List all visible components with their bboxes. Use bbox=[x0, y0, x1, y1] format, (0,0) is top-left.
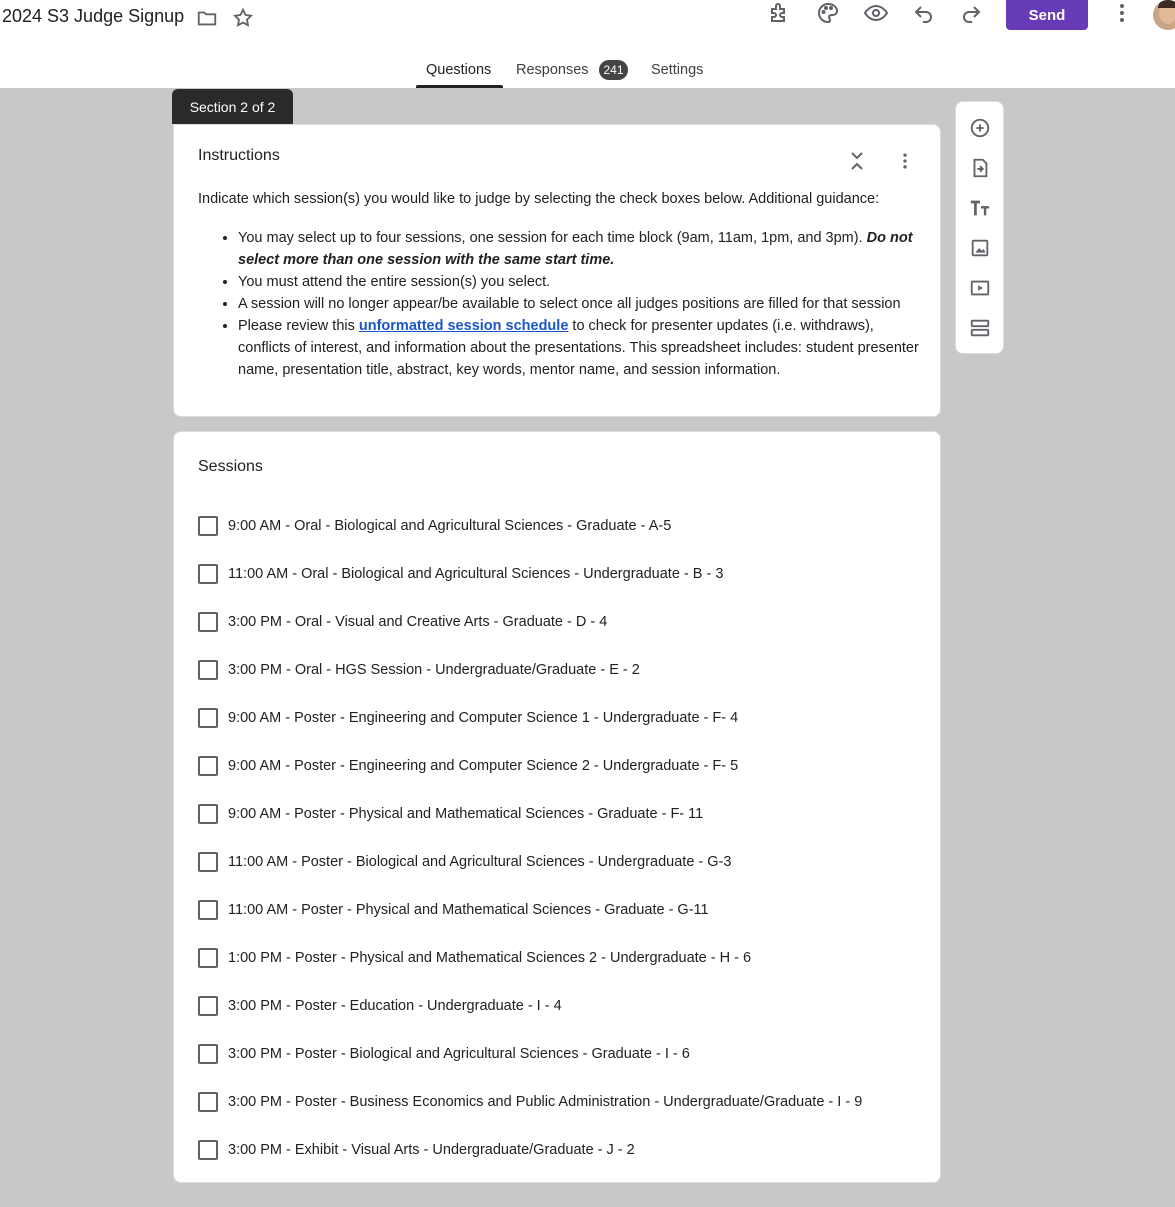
session-option[interactable]: 3:00 PM - Poster - Education - Undergrad… bbox=[198, 982, 862, 1030]
top-bar: 2024 S3 Judge Signup Send Questions Resp… bbox=[0, 0, 1175, 88]
instructions-bullet: You must attend the entire session(s) yo… bbox=[238, 271, 922, 293]
checkbox[interactable] bbox=[198, 804, 218, 824]
checkbox[interactable] bbox=[198, 1044, 218, 1064]
checkbox[interactable] bbox=[198, 660, 218, 680]
option-label: 3:00 PM - Exhibit - Visual Arts - Underg… bbox=[228, 1142, 635, 1158]
session-option[interactable]: 9:00 AM - Poster - Engineering and Compu… bbox=[198, 694, 862, 742]
option-label: 3:00 PM - Oral - HGS Session - Undergrad… bbox=[228, 662, 640, 678]
card-more-vert-icon[interactable] bbox=[893, 149, 917, 173]
instructions-bullet: Please review this unformatted session s… bbox=[238, 315, 922, 381]
add-question-icon[interactable] bbox=[967, 115, 993, 141]
option-label: 3:00 PM - Oral - Visual and Creative Art… bbox=[228, 614, 608, 630]
checkbox[interactable] bbox=[198, 708, 218, 728]
option-label: 11:00 AM - Oral - Biological and Agricul… bbox=[228, 566, 724, 582]
collapse-icon[interactable] bbox=[845, 149, 869, 173]
tab-settings[interactable]: Settings bbox=[651, 62, 703, 78]
sessions-options: 9:00 AM - Oral - Biological and Agricult… bbox=[198, 502, 862, 1174]
option-label: 9:00 AM - Oral - Biological and Agricult… bbox=[228, 518, 672, 534]
session-option[interactable]: 3:00 PM - Exhibit - Visual Arts - Underg… bbox=[198, 1126, 862, 1174]
instructions-bullet: You may select up to four sessions, one … bbox=[238, 227, 922, 271]
instructions-intro: Indicate which session(s) you would like… bbox=[198, 191, 880, 207]
checkbox[interactable] bbox=[198, 900, 218, 920]
session-option[interactable]: 11:00 AM - Poster - Biological and Agric… bbox=[198, 838, 862, 886]
session-option[interactable]: 3:00 PM - Oral - Visual and Creative Art… bbox=[198, 598, 862, 646]
checkbox[interactable] bbox=[198, 1092, 218, 1112]
schedule-link[interactable]: unformatted session schedule bbox=[359, 318, 569, 334]
option-label: 9:00 AM - Poster - Physical and Mathemat… bbox=[228, 806, 704, 822]
more-vert-icon[interactable] bbox=[1108, 0, 1136, 26]
redo-icon[interactable] bbox=[957, 0, 985, 26]
section-label: Section 2 of 2 bbox=[172, 89, 293, 124]
session-option[interactable]: 1:00 PM - Poster - Physical and Mathemat… bbox=[198, 934, 862, 982]
send-button[interactable]: Send bbox=[1006, 0, 1088, 30]
checkbox[interactable] bbox=[198, 756, 218, 776]
sessions-title[interactable]: Sessions bbox=[198, 458, 263, 476]
session-option[interactable]: 3:00 PM - Oral - HGS Session - Undergrad… bbox=[198, 646, 862, 694]
form-tabs: Questions Responses Settings bbox=[0, 52, 1175, 88]
instructions-list: You may select up to four sessions, one … bbox=[238, 227, 922, 381]
option-label: 3:00 PM - Poster - Biological and Agricu… bbox=[228, 1046, 690, 1062]
checkbox[interactable] bbox=[198, 996, 218, 1016]
checkbox[interactable] bbox=[198, 948, 218, 968]
checkbox[interactable] bbox=[198, 1140, 218, 1160]
option-label: 3:00 PM - Poster - Education - Undergrad… bbox=[228, 998, 562, 1014]
tab-questions[interactable]: Questions bbox=[426, 62, 491, 78]
option-label: 3:00 PM - Poster - Business Economics an… bbox=[228, 1094, 863, 1110]
star-icon[interactable] bbox=[231, 6, 255, 30]
checkbox[interactable] bbox=[198, 564, 218, 584]
add-image-icon[interactable] bbox=[967, 235, 993, 261]
import-questions-icon[interactable] bbox=[967, 155, 993, 181]
tab-responses[interactable]: Responses bbox=[516, 62, 589, 78]
palette-icon[interactable] bbox=[814, 0, 842, 26]
avatar[interactable] bbox=[1153, 0, 1175, 30]
add-video-icon[interactable] bbox=[967, 275, 993, 301]
active-tab-indicator bbox=[416, 85, 503, 88]
sessions-question-card[interactable]: Sessions 9:00 AM - Oral - Biological and… bbox=[173, 431, 941, 1183]
session-option[interactable]: 9:00 AM - Poster - Engineering and Compu… bbox=[198, 742, 862, 790]
instructions-card[interactable]: Instructions Indicate which session(s) y… bbox=[173, 124, 941, 417]
checkbox[interactable] bbox=[198, 612, 218, 632]
instructions-bullet: A session will no longer appear/be avail… bbox=[238, 293, 922, 315]
question-toolbar bbox=[955, 101, 1004, 354]
option-label: 11:00 AM - Poster - Biological and Agric… bbox=[228, 854, 732, 870]
option-label: 11:00 AM - Poster - Physical and Mathema… bbox=[228, 902, 709, 918]
checkbox[interactable] bbox=[198, 516, 218, 536]
instructions-title[interactable]: Instructions bbox=[198, 147, 280, 165]
session-option[interactable]: 11:00 AM - Poster - Physical and Mathema… bbox=[198, 886, 862, 934]
option-label: 9:00 AM - Poster - Engineering and Compu… bbox=[228, 710, 739, 726]
addon-icon[interactable] bbox=[766, 0, 794, 26]
add-title-icon[interactable] bbox=[967, 195, 993, 221]
responses-count-badge: 241 bbox=[599, 60, 628, 80]
preview-eye-icon[interactable] bbox=[862, 0, 890, 26]
session-option[interactable]: 11:00 AM - Oral - Biological and Agricul… bbox=[198, 550, 862, 598]
checkbox[interactable] bbox=[198, 852, 218, 872]
undo-icon[interactable] bbox=[910, 0, 938, 26]
bullet-text: Please review this bbox=[238, 318, 359, 334]
session-option[interactable]: 3:00 PM - Poster - Biological and Agricu… bbox=[198, 1030, 862, 1078]
folder-icon[interactable] bbox=[195, 6, 219, 30]
session-option[interactable]: 9:00 AM - Poster - Physical and Mathemat… bbox=[198, 790, 862, 838]
option-label: 1:00 PM - Poster - Physical and Mathemat… bbox=[228, 950, 752, 966]
avatar-hair bbox=[1158, 0, 1175, 8]
option-label: 9:00 AM - Poster - Engineering and Compu… bbox=[228, 758, 739, 774]
session-option[interactable]: 3:00 PM - Poster - Business Economics an… bbox=[198, 1078, 862, 1126]
add-section-icon[interactable] bbox=[967, 315, 993, 341]
bullet-text: You may select up to four sessions, one … bbox=[238, 230, 867, 246]
form-title[interactable]: 2024 S3 Judge Signup bbox=[2, 6, 184, 27]
session-option[interactable]: 9:00 AM - Oral - Biological and Agricult… bbox=[198, 502, 862, 550]
